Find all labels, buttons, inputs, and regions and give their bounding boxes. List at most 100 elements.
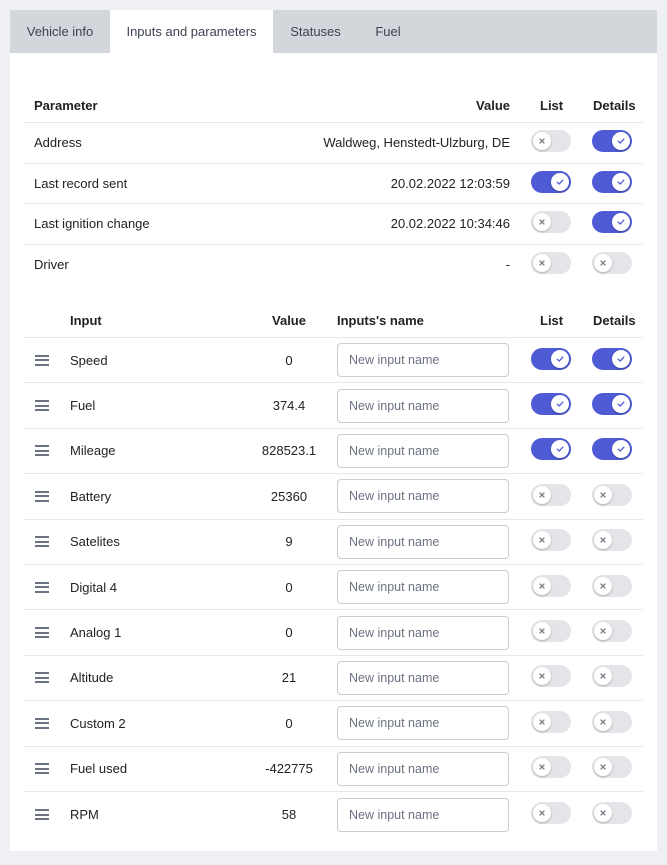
parameters-header-row: Parameter Value List Details bbox=[24, 88, 643, 123]
x-icon bbox=[600, 260, 606, 266]
input-label: Battery bbox=[70, 488, 112, 504]
list-toggle[interactable] bbox=[531, 802, 571, 825]
details-toggle[interactable] bbox=[592, 438, 632, 461]
drag-handle-icon[interactable] bbox=[35, 400, 49, 412]
details-toggle[interactable] bbox=[592, 347, 632, 370]
header-input-list: List bbox=[540, 313, 564, 328]
input-label: Custom 2 bbox=[70, 715, 126, 731]
tab-fuel[interactable]: Fuel bbox=[358, 10, 418, 53]
list-toggle[interactable] bbox=[531, 130, 571, 153]
toggle-knob bbox=[594, 758, 612, 777]
toggle-knob bbox=[551, 349, 569, 368]
parameter-value: 20.02.2022 12:03:59 bbox=[390, 175, 510, 191]
list-toggle[interactable] bbox=[531, 620, 571, 643]
details-toggle[interactable] bbox=[592, 802, 632, 825]
input-name-field[interactable] bbox=[337, 797, 509, 832]
details-toggle[interactable] bbox=[592, 130, 632, 153]
input-label: Altitude bbox=[70, 670, 114, 686]
drag-handle-icon[interactable] bbox=[35, 581, 49, 593]
drag-handle-icon[interactable] bbox=[35, 717, 49, 729]
drag-handle-icon[interactable] bbox=[35, 672, 49, 684]
list-toggle[interactable] bbox=[531, 529, 571, 552]
toggle-knob bbox=[533, 213, 551, 232]
details-toggle[interactable] bbox=[592, 620, 632, 643]
details-toggle[interactable] bbox=[592, 170, 632, 193]
input-name-field[interactable] bbox=[337, 524, 509, 559]
check-icon bbox=[617, 401, 625, 407]
header-input-value: Value bbox=[272, 313, 306, 328]
drag-handle-icon[interactable] bbox=[35, 627, 49, 639]
list-toggle[interactable] bbox=[531, 574, 571, 597]
toggle-knob bbox=[533, 485, 551, 504]
details-toggle[interactable] bbox=[592, 483, 632, 506]
parameter-row: Address Waldweg, Henstedt-Ulzburg, DE bbox=[24, 123, 643, 164]
details-toggle[interactable] bbox=[592, 574, 632, 597]
details-toggle[interactable] bbox=[592, 756, 632, 779]
details-toggle[interactable] bbox=[592, 211, 632, 234]
header-input: Input bbox=[70, 313, 102, 328]
tab-statuses[interactable]: Statuses bbox=[273, 10, 358, 53]
input-row: Digital 4 0 bbox=[24, 565, 643, 611]
x-icon bbox=[539, 537, 545, 543]
input-row: Speed 0 bbox=[24, 338, 643, 384]
x-icon bbox=[539, 219, 545, 225]
toggle-knob bbox=[612, 213, 630, 232]
details-toggle[interactable] bbox=[592, 393, 632, 416]
x-icon bbox=[539, 628, 545, 634]
details-toggle[interactable] bbox=[592, 665, 632, 688]
list-toggle[interactable] bbox=[531, 393, 571, 416]
input-value: 828523.1 bbox=[261, 443, 317, 459]
input-row: Satelites 9 bbox=[24, 520, 643, 565]
list-toggle[interactable] bbox=[531, 756, 571, 779]
toggle-knob bbox=[594, 254, 612, 273]
toggle-knob bbox=[612, 440, 630, 459]
tab-inputs-and-parameters[interactable]: Inputs and parameters bbox=[110, 10, 273, 53]
list-toggle[interactable] bbox=[531, 438, 571, 461]
input-name-field[interactable] bbox=[337, 343, 509, 378]
list-toggle[interactable] bbox=[531, 211, 571, 234]
input-name-field[interactable] bbox=[337, 570, 509, 605]
input-name-field[interactable] bbox=[337, 479, 509, 514]
input-row: Analog 1 0 bbox=[24, 610, 643, 656]
input-name-field[interactable] bbox=[337, 388, 509, 423]
drag-handle-icon[interactable] bbox=[35, 763, 49, 775]
x-icon bbox=[539, 673, 545, 680]
input-label: Speed bbox=[70, 352, 108, 368]
drag-handle-icon[interactable] bbox=[35, 354, 49, 366]
drag-handle-icon[interactable] bbox=[35, 536, 49, 548]
toggle-knob bbox=[551, 395, 569, 414]
input-name-field[interactable] bbox=[337, 433, 509, 468]
list-toggle[interactable] bbox=[531, 347, 571, 370]
tab-vehicle-info[interactable]: Vehicle info bbox=[10, 10, 110, 53]
drag-handle-icon[interactable] bbox=[35, 445, 49, 457]
input-name-field[interactable] bbox=[337, 751, 509, 786]
parameter-row: Last record sent 20.02.2022 12:03:59 bbox=[24, 164, 643, 204]
list-toggle[interactable] bbox=[531, 252, 571, 275]
input-name-field[interactable] bbox=[337, 660, 509, 695]
list-toggle[interactable] bbox=[531, 483, 571, 506]
x-icon bbox=[600, 764, 606, 770]
check-icon bbox=[617, 138, 625, 144]
input-value: 58 bbox=[281, 807, 297, 823]
details-toggle[interactable] bbox=[592, 710, 632, 733]
tab-content: Parameter Value List Details Address Wald… bbox=[24, 88, 643, 837]
x-icon bbox=[539, 764, 545, 770]
check-icon bbox=[617, 356, 625, 362]
list-toggle[interactable] bbox=[531, 170, 571, 193]
details-toggle[interactable] bbox=[592, 252, 632, 275]
toggle-knob bbox=[594, 804, 612, 823]
input-name-field[interactable] bbox=[337, 615, 509, 650]
drag-handle-icon[interactable] bbox=[35, 809, 49, 821]
list-toggle[interactable] bbox=[531, 710, 571, 733]
toggle-knob bbox=[551, 172, 569, 191]
input-value: 0 bbox=[285, 625, 293, 641]
details-toggle[interactable] bbox=[592, 529, 632, 552]
toggle-knob bbox=[533, 576, 551, 595]
input-name-field[interactable] bbox=[337, 706, 509, 741]
input-value: 9 bbox=[285, 534, 293, 550]
x-icon bbox=[600, 492, 606, 498]
drag-handle-icon[interactable] bbox=[35, 490, 49, 502]
list-toggle[interactable] bbox=[531, 665, 571, 688]
parameter-name: Last ignition change bbox=[34, 216, 150, 232]
toggle-knob bbox=[594, 576, 612, 595]
